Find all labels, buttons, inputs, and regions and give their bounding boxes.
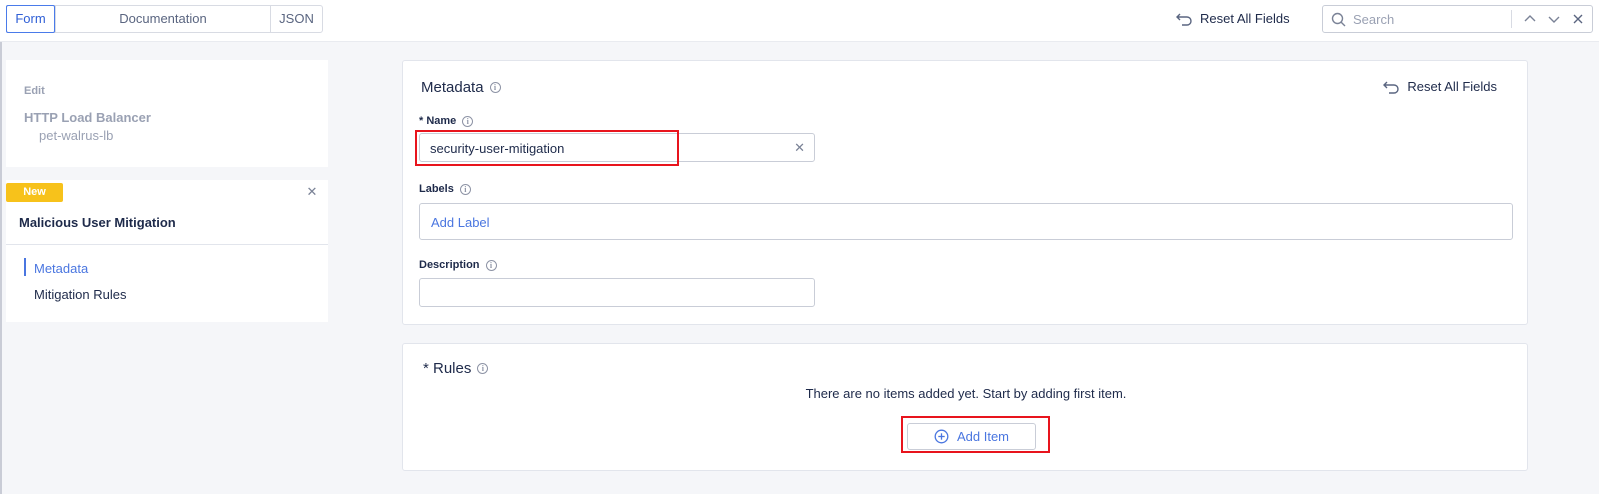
new-object-title: Malicious User Mitigation <box>19 215 176 230</box>
edit-object-name: pet-walrus-lb <box>39 128 114 143</box>
nav-item-metadata[interactable]: Metadata <box>34 261 88 276</box>
rules-panel: * Rules i There are no items added yet. … <box>402 343 1528 471</box>
active-indicator <box>24 258 26 276</box>
info-icon[interactable]: i <box>459 183 471 195</box>
metadata-panel: Metadata i Reset All Fields * Name i ✕ L… <box>402 60 1528 325</box>
metadata-heading: Metadata i <box>421 79 501 96</box>
tab-json[interactable]: JSON <box>270 6 322 32</box>
reset-icon <box>1383 81 1400 94</box>
search-box <box>1322 5 1593 33</box>
search-input[interactable] <box>1353 9 1523 29</box>
chevron-down-icon[interactable] <box>1545 10 1563 28</box>
add-item-label: Add Item <box>956 429 1010 444</box>
search-divider <box>1511 10 1512 28</box>
labels-label-text: Labels <box>419 183 454 195</box>
rules-heading: * Rules i <box>423 360 489 377</box>
edit-object-type: HTTP Load Balancer <box>24 110 151 125</box>
plus-circle-icon <box>934 429 949 444</box>
close-icon[interactable]: ✕ <box>305 185 319 199</box>
metadata-reset-button[interactable]: Reset All Fields <box>1383 79 1497 94</box>
description-input[interactable] <box>419 278 815 307</box>
info-icon[interactable]: i <box>462 115 474 127</box>
close-icon[interactable] <box>1569 10 1587 28</box>
rules-empty-message: There are no items added yet. Start by a… <box>805 386 1127 401</box>
reset-all-fields-label: Reset All Fields <box>1200 11 1290 26</box>
labels-input[interactable]: Add Label <box>419 203 1513 240</box>
tab-form[interactable]: Form <box>6 5 55 33</box>
info-icon[interactable]: i <box>485 259 497 271</box>
chevron-up-icon[interactable] <box>1521 10 1539 28</box>
top-toolbar: Form Documentation JSON Reset All Fields <box>0 0 1599 42</box>
name-field: ✕ <box>419 133 815 162</box>
search-icon <box>1331 12 1346 27</box>
name-label-text: * Name <box>419 115 457 127</box>
metadata-reset-label: Reset All Fields <box>1407 79 1497 94</box>
rules-title: * Rules <box>423 360 472 377</box>
reset-icon <box>1176 13 1192 26</box>
clear-icon[interactable]: ✕ <box>794 140 805 156</box>
divider <box>6 244 328 245</box>
description-field-label: Description i <box>419 259 497 271</box>
info-icon[interactable]: i <box>477 363 489 374</box>
tab-documentation[interactable]: Documentation <box>55 6 270 32</box>
add-item-button[interactable]: Add Item <box>907 423 1036 450</box>
new-object-card: New ✕ Malicious User Mitigation Metadata… <box>6 180 328 322</box>
description-label-text: Description <box>419 259 480 271</box>
metadata-title: Metadata <box>421 79 484 96</box>
view-tabs: Form Documentation JSON <box>6 5 323 33</box>
name-field-label: * Name i <box>419 115 474 127</box>
edit-context-card: Edit HTTP Load Balancer pet-walrus-lb <box>6 60 328 167</box>
new-badge: New <box>6 183 63 202</box>
edit-label: Edit <box>24 85 45 97</box>
name-input[interactable] <box>430 138 780 158</box>
nav-item-mitigation-rules[interactable]: Mitigation Rules <box>34 287 127 302</box>
labels-field-label: Labels i <box>419 183 471 195</box>
info-icon[interactable]: i <box>489 82 501 93</box>
add-label-placeholder: Add Label <box>431 215 490 230</box>
window-left-edge <box>0 0 2 494</box>
reset-all-fields-button[interactable]: Reset All Fields <box>1176 11 1290 26</box>
